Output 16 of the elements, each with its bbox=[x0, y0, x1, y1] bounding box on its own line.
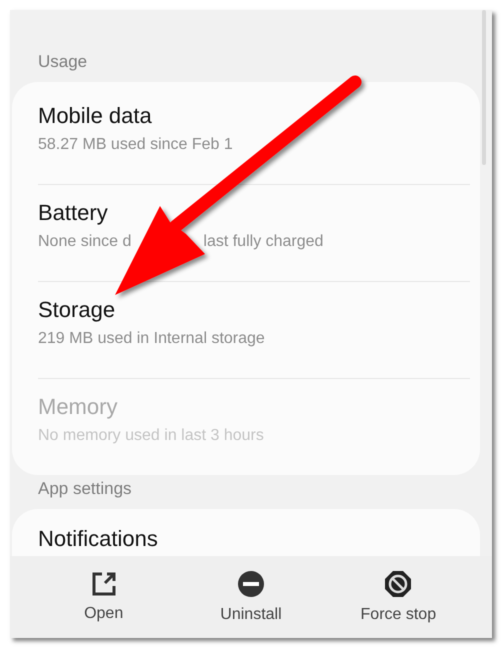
item-subtitle: last fully charged bbox=[203, 233, 324, 251]
open-external-icon bbox=[90, 571, 117, 597]
stop-octagon-icon bbox=[384, 570, 412, 598]
item-title[interactable]: Notifications bbox=[38, 525, 454, 553]
action-button[interactable]: Force stop bbox=[343, 570, 454, 624]
item-subtitle: 219 MB used in Internal storage bbox=[38, 330, 265, 348]
item-subtitle: None since d bbox=[38, 233, 132, 251]
minus-circle-icon bbox=[236, 570, 265, 598]
section-header: App settings bbox=[37, 478, 133, 500]
item-title[interactable]: Battery bbox=[38, 199, 454, 227]
section-header: Usage bbox=[37, 51, 88, 73]
item-title[interactable]: Storage bbox=[38, 296, 454, 324]
item-title[interactable]: Mobile data bbox=[38, 102, 454, 130]
action-button[interactable]: Uninstall bbox=[196, 570, 306, 624]
item-subtitle: 58.27 MB used since Feb 1 bbox=[38, 136, 233, 154]
action-button[interactable]: Open bbox=[48, 571, 159, 623]
